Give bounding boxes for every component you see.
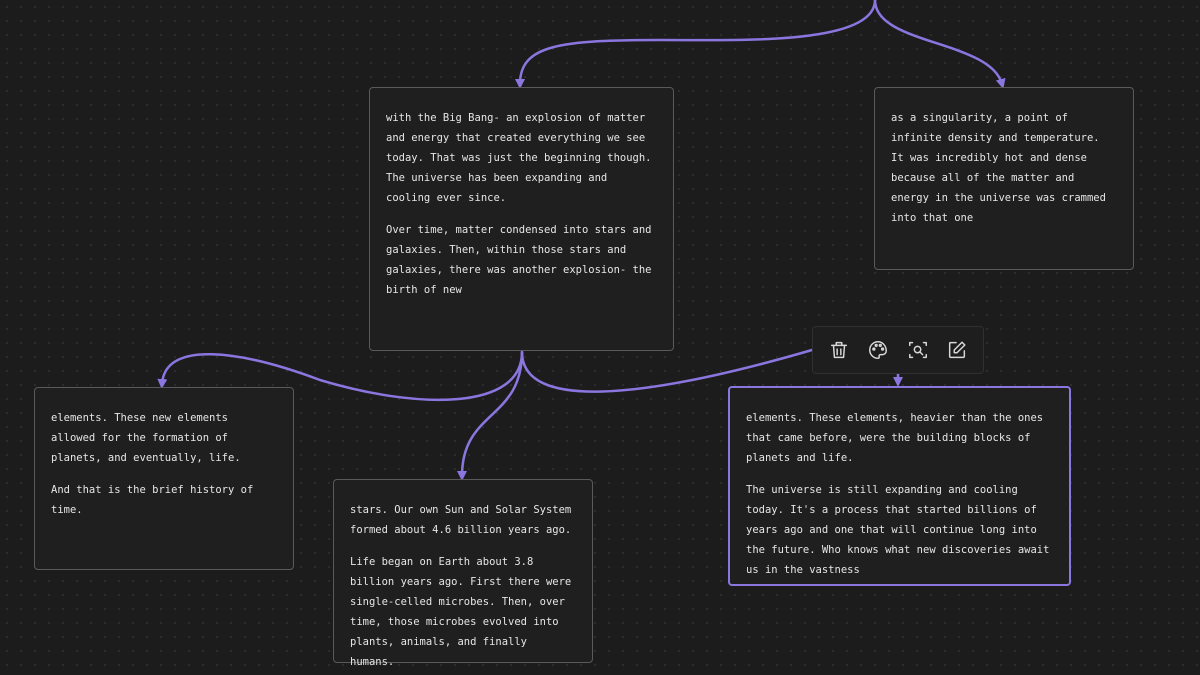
zoom-button[interactable] [905,337,931,363]
edge-root-to-big-bang[interactable] [515,0,877,89]
edit-button[interactable] [944,337,970,363]
note-card-stars-sun[interactable]: stars. Our own Sun and Solar System form… [333,479,593,668]
note-card-elements-life[interactable]: elements. These new elements allowed for… [34,387,294,570]
note-text: Over time, matter condensed into stars a… [386,224,652,296]
edge-big-bang-to-stars[interactable] [457,350,524,481]
trash-icon [830,341,847,359]
note-card-singularity[interactable]: as a singularity, a point of infinite de… [874,87,1134,270]
node-toolbar [812,326,984,374]
note-text: Life began on Earth about 3.8 billion ye… [350,556,572,668]
note-text: with the Big Bang- an explosion of matte… [386,112,652,204]
edge-root-to-singularity[interactable] [873,0,1006,89]
zoom-to-fit-icon [908,341,927,359]
note-text: The universe is still expanding and cool… [746,484,1050,576]
note-text: stars. Our own Sun and Solar System form… [350,504,572,536]
note-text: And that is the brief history of time. [51,484,254,516]
delete-button[interactable] [826,337,852,363]
color-button[interactable] [865,337,891,363]
note-text: as a singularity, a point of infinite de… [891,112,1106,224]
note-card-big-bang[interactable]: with the Big Bang- an explosion of matte… [369,87,674,351]
note-text: elements. These new elements allowed for… [51,412,241,464]
note-text: elements. These elements, heavier than t… [746,412,1044,464]
note-card-elements-heavier[interactable]: elements. These elements, heavier than t… [728,386,1071,586]
palette-icon [869,341,888,359]
edit-icon [949,341,966,359]
